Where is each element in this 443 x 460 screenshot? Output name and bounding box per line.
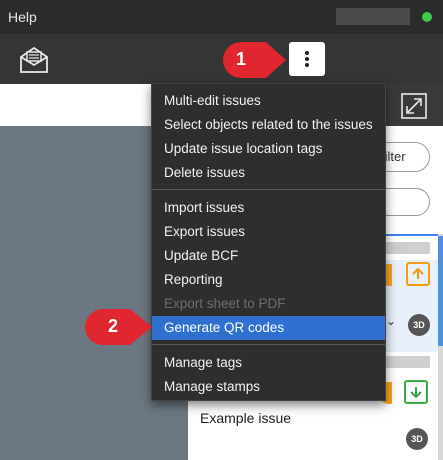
callout-step-2: 2 [84,308,154,346]
3d-badge: 3D [406,428,428,450]
menu-separator [152,344,385,345]
arrow-down-icon[interactable] [404,380,428,404]
envelope-icon[interactable] [18,43,50,75]
menu-item-manage-stamps[interactable]: Manage stamps [152,375,385,399]
menu-item-manage-tags[interactable]: Manage tags [152,351,385,375]
menu-item-delete-issues[interactable]: Delete issues [152,161,385,185]
chevron-down-icon[interactable]: ⌄ [386,314,396,328]
online-status-indicator [422,12,432,22]
issue-title[interactable]: Example issue [200,410,291,426]
user-name-placeholder [336,8,410,25]
callout-number: 2 [107,316,118,336]
menu-item-reporting[interactable]: Reporting [152,268,385,292]
arrow-up-icon[interactable] [406,262,430,286]
scrollbar-thumb[interactable] [438,236,443,346]
title-bar: Help [0,0,443,34]
menu-item-update-location-tags[interactable]: Update issue location tags [152,137,385,161]
more-options-button[interactable] [289,42,325,76]
menu-item-export-sheet-to-pdf: Export sheet to PDF [164,296,286,311]
menu-item-export-issues[interactable]: Export issues [152,220,385,244]
callout-number: 1 [235,49,246,69]
callout-step-1: 1 [222,41,288,79]
menu-item-multi-edit-issues[interactable]: Multi-edit issues [152,89,385,113]
menu-item-generate-qr-codes[interactable]: Generate QR codes [152,316,385,340]
more-vertical-icon [305,51,309,67]
menu-item-import-issues[interactable]: Import issues [152,196,385,220]
help-menu[interactable]: Help [8,9,37,25]
menu-item-select-related-objects[interactable]: Select objects related to the issues [152,113,385,137]
more-options-menu: Multi-edit issues Select objects related… [151,83,386,401]
menu-separator [152,189,385,190]
expand-icon[interactable] [400,92,428,120]
menu-item-update-bcf[interactable]: Update BCF [152,244,385,268]
3d-badge: 3D [408,314,430,336]
